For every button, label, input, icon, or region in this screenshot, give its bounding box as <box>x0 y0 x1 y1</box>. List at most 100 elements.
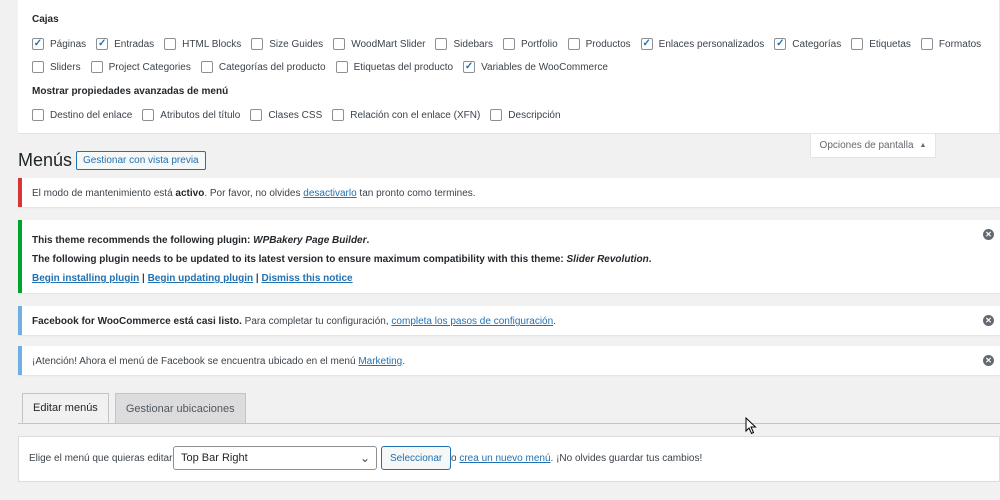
marketing-link[interactable]: Marketing <box>358 356 402 367</box>
checkbox-label: Descripción <box>508 109 561 121</box>
checkbox-option[interactable]: Relación con el enlace (XFN) <box>332 109 480 121</box>
plugin-notice: This theme recommends the following plug… <box>18 220 1000 293</box>
chevron-down-icon: ⌄ <box>359 451 370 465</box>
checkbox-label: Entradas <box>114 38 155 50</box>
checkbox-label: Etiquetas del producto <box>353 61 454 73</box>
checkbox-unchecked[interactable] <box>567 38 580 50</box>
checkbox-checked[interactable] <box>463 61 476 73</box>
checkbox-unchecked[interactable] <box>251 38 264 50</box>
checkbox-option[interactable]: Sidebars <box>435 38 493 50</box>
checkbox-option[interactable]: Entradas <box>96 38 154 50</box>
manage-with-preview-button[interactable]: Gestionar con vista previa <box>76 151 206 170</box>
checkbox-checked[interactable] <box>640 38 653 50</box>
checkbox-option[interactable]: Categorías <box>774 38 841 50</box>
screen-options-panel: Cajas Páginas Entradas HTML Blocks Size Gui… <box>18 0 1000 134</box>
menu-select[interactable]: Top Bar Right ⌄ <box>173 446 377 470</box>
checkbox-checked[interactable] <box>96 38 109 50</box>
checkbox-label: Portfolio <box>520 38 558 50</box>
select-menu-label: Elige el menú que quieras editar: <box>29 453 176 464</box>
checkbox-option[interactable]: Atributos del título <box>142 109 240 121</box>
checkbox-option[interactable]: Destino del enlace <box>32 109 132 121</box>
checkbox-checked[interactable] <box>774 38 787 50</box>
tab-manage-locations[interactable]: Gestionar ubicaciones <box>114 393 246 423</box>
checkbox-option[interactable]: Formatos <box>920 38 982 50</box>
checkbox-label: Destino del enlace <box>50 109 133 121</box>
checkbox-unchecked[interactable] <box>332 109 345 121</box>
checkbox-label: Categorías del producto <box>218 61 326 73</box>
checkbox-unchecked[interactable] <box>142 109 155 121</box>
select-button[interactable]: Seleccionar <box>381 446 452 470</box>
dismiss-notice-link[interactable]: Dismiss this notice <box>261 273 352 284</box>
checkbox-unchecked[interactable] <box>32 61 44 73</box>
checkbox-unchecked[interactable] <box>502 38 515 50</box>
notice-text: Para completar tu configuración, <box>241 316 392 327</box>
checkbox-unchecked[interactable] <box>920 38 933 50</box>
checkbox-label: Formatos <box>938 38 982 50</box>
checkbox-option[interactable]: Productos <box>567 38 631 50</box>
dismiss-icon[interactable]: ✕ <box>983 315 994 326</box>
checkbox-label: Atributos del título <box>160 109 241 121</box>
notice-text: El modo de mantenimiento está <box>32 188 176 199</box>
notice-text: . <box>366 235 370 246</box>
checkbox-label: Variables de WooCommerce <box>481 61 608 73</box>
checkbox-label: Project Categories <box>108 61 191 73</box>
checkbox-option[interactable]: Sliders <box>32 61 81 73</box>
checkbox-option[interactable]: Enlaces personalizados <box>640 38 765 50</box>
notice-text: ¡Atención! Ahora el menú de Facebook se … <box>32 356 359 367</box>
create-new-menu-link[interactable]: crea un nuevo menú <box>459 453 550 464</box>
notice-text: This theme recommends the following plug… <box>32 235 254 246</box>
checkbox-unchecked[interactable] <box>335 61 348 73</box>
checkbox-unchecked[interactable] <box>435 38 448 50</box>
checkbox-option[interactable]: Categorías del producto <box>200 61 326 73</box>
notice-text: . <box>402 356 406 367</box>
tab-edit-menus[interactable]: Editar menús <box>22 393 109 423</box>
checkbox-option[interactable]: Clases CSS <box>250 109 322 121</box>
checkbox-checked[interactable] <box>32 38 44 50</box>
checkbox-unchecked[interactable] <box>32 109 44 121</box>
checkbox-option[interactable]: HTML Blocks <box>164 38 241 50</box>
begin-updating-plugin-link[interactable]: Begin updating plugin <box>148 273 254 284</box>
checkbox-unchecked[interactable] <box>333 38 346 50</box>
screen-options-tab[interactable]: Opciones de pantalla ▲ <box>810 134 936 158</box>
checkbox-option[interactable]: WoodMart Slider <box>333 38 425 50</box>
checkbox-unchecked[interactable] <box>164 38 177 50</box>
begin-installing-plugin-link[interactable]: Begin installing plugin <box>32 273 139 284</box>
checkbox-unchecked[interactable] <box>250 109 263 121</box>
checkbox-label: HTML Blocks <box>182 38 242 50</box>
checkbox-option[interactable]: Etiquetas del producto <box>335 61 454 73</box>
checkbox-label: Relación con el enlace (XFN) <box>350 109 481 121</box>
checkbox-option[interactable]: Páginas <box>32 38 86 50</box>
boxes-heading: Cajas <box>32 14 59 25</box>
notice-text: The following plugin needs to be updated… <box>32 254 567 265</box>
checkbox-option[interactable]: Variables de WooCommerce <box>463 61 608 73</box>
advanced-heading: Mostrar propiedades avanzadas de menú <box>32 86 229 97</box>
checkbox-option[interactable]: Descripción <box>490 109 561 121</box>
checkbox-option[interactable]: Project Categories <box>90 61 191 73</box>
nav-tabs: Editar menús Gestionar ubicaciones <box>22 393 252 423</box>
checkbox-option[interactable]: Portfolio <box>502 38 558 50</box>
checkbox-unchecked[interactable] <box>490 109 503 121</box>
checkbox-option[interactable]: Etiquetas <box>851 38 911 50</box>
checkbox-unchecked[interactable] <box>851 38 864 50</box>
deactivate-maintenance-link[interactable]: desactivarlo <box>303 188 356 199</box>
plugin-name: WPBakery Page Builder <box>253 235 367 246</box>
notice-text: . <box>553 316 556 327</box>
manage-tail: o crea un nuevo menú. ¡No olvides guarda… <box>451 453 702 464</box>
checkbox-option[interactable]: Size Guides <box>251 38 323 50</box>
checkbox-label: Size Guides <box>269 38 324 50</box>
checkbox-label: Enlaces personalizados <box>658 38 765 50</box>
checkbox-unchecked[interactable] <box>200 61 213 73</box>
notice-text: . <box>648 254 652 265</box>
checkbox-label: WoodMart Slider <box>351 38 426 50</box>
screen-options-tab-label: Opciones de pantalla <box>819 140 914 151</box>
dismiss-icon[interactable]: ✕ <box>983 229 994 240</box>
complete-setup-link[interactable]: completa los pasos de configuración <box>391 316 553 327</box>
checkbox-unchecked[interactable] <box>90 61 103 73</box>
save-reminder-text: . ¡No olvides guardar tus cambios! <box>550 453 703 464</box>
checkbox-label: Clases CSS <box>268 109 323 121</box>
facebook-menu-notice: ¡Atención! Ahora el menú de Facebook se … <box>18 346 1000 375</box>
notice-text: . Por favor, no olvides <box>204 188 304 199</box>
menu-select-value: Top Bar Right <box>181 452 248 464</box>
dismiss-icon[interactable]: ✕ <box>983 355 994 366</box>
separator: | <box>139 273 148 284</box>
